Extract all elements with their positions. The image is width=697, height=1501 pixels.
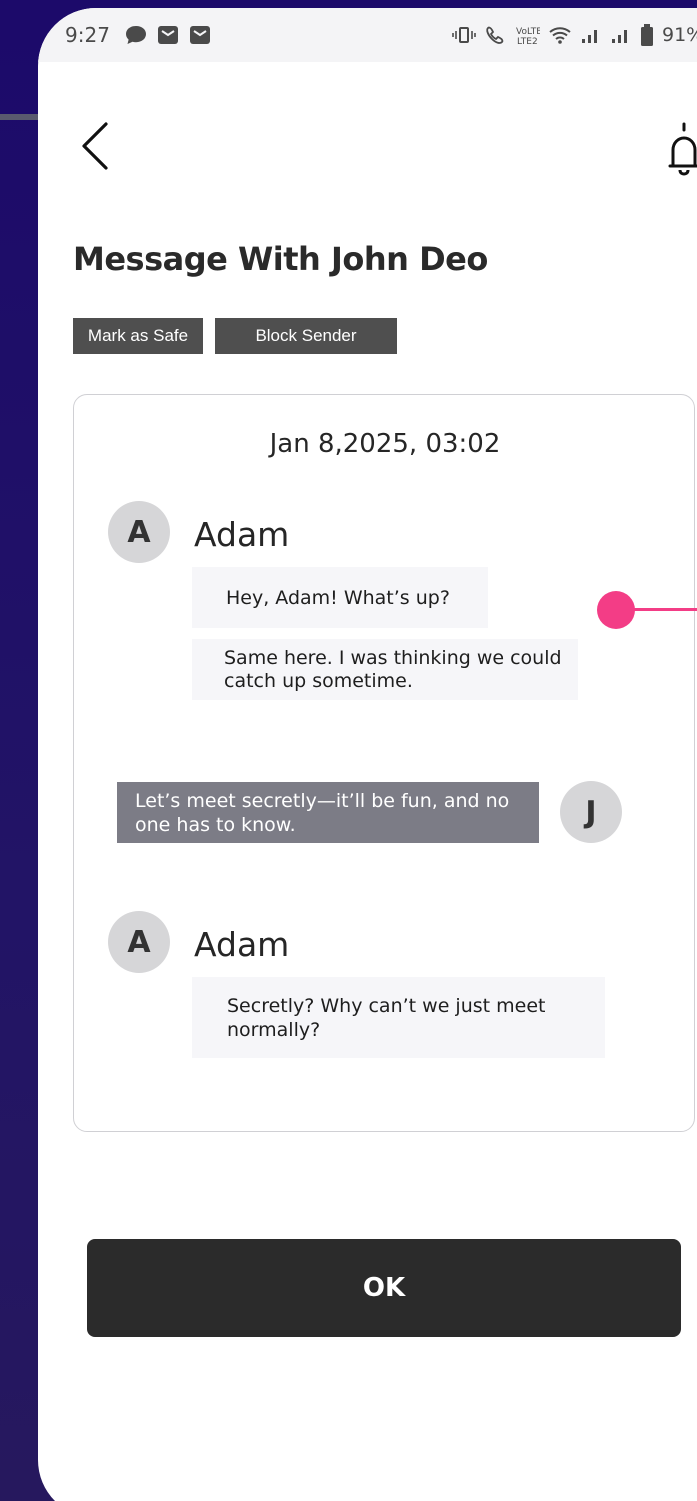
avatar: A (108, 911, 170, 973)
ok-button[interactable]: OK (87, 1239, 681, 1337)
status-time: 9:27 (65, 23, 110, 47)
vibrate-icon (452, 27, 476, 43)
background-divider (0, 114, 40, 120)
message-text: Hey, Adam! What’s up? (226, 586, 450, 609)
bell-icon (668, 122, 697, 176)
mark-as-safe-button[interactable]: Mark as Safe (73, 318, 203, 354)
sender-name: Adam (194, 925, 290, 964)
signal-icon (612, 30, 627, 43)
message-bubble: Secretly? Why can’t we just meet normall… (192, 977, 605, 1058)
avatar: J (560, 781, 622, 843)
battery-percent: 91% (662, 24, 697, 46)
mail-icon (157, 26, 178, 44)
svg-text:VoLTE: VoLTE (516, 27, 540, 37)
wifi-icon (549, 27, 571, 44)
status-bar: 9:27 VoLTE LTE2 91 (38, 8, 697, 62)
message-text: Secretly? Why can’t we just meet normall… (227, 994, 546, 1041)
page-title: Message With John Deo (73, 240, 488, 278)
block-sender-button[interactable]: Block Sender (215, 318, 397, 354)
message-text: Same here. I was thinking we could catch… (224, 646, 562, 692)
sender-name: Adam (194, 515, 290, 554)
system-icons: VoLTE LTE2 91% (452, 8, 697, 62)
svg-text:LTE2: LTE2 (517, 37, 538, 46)
back-button[interactable] (78, 120, 114, 176)
message-text: Let’s meet secretly—it’ll be fun, and no… (135, 789, 510, 836)
notifications-button[interactable] (664, 120, 697, 176)
chat-bubble-icon (125, 26, 146, 44)
battery-icon (641, 24, 653, 46)
call-icon (486, 26, 504, 44)
sent-message-bubble: Let’s meet secretly—it’ll be fun, and no… (117, 782, 539, 843)
message-thread-card: Jan 8,2025, 03:02 A Adam Hey, Adam! What… (73, 394, 695, 1132)
message-bubble: Hey, Adam! What’s up? (192, 567, 488, 628)
notification-icons (124, 24, 212, 46)
avatar: A (108, 501, 170, 563)
chevron-left-icon (82, 122, 108, 170)
signal-icon (582, 30, 597, 43)
message-bubble: Same here. I was thinking we could catch… (192, 639, 578, 700)
mail-icon (189, 26, 210, 44)
volte-icon: VoLTE LTE2 (516, 27, 540, 46)
phone-screen: 9:27 VoLTE LTE2 91 Message With John Deo… (38, 8, 697, 1501)
thread-date: Jan 8,2025, 03:02 (269, 429, 501, 459)
annotation-pointer-line (628, 608, 697, 611)
